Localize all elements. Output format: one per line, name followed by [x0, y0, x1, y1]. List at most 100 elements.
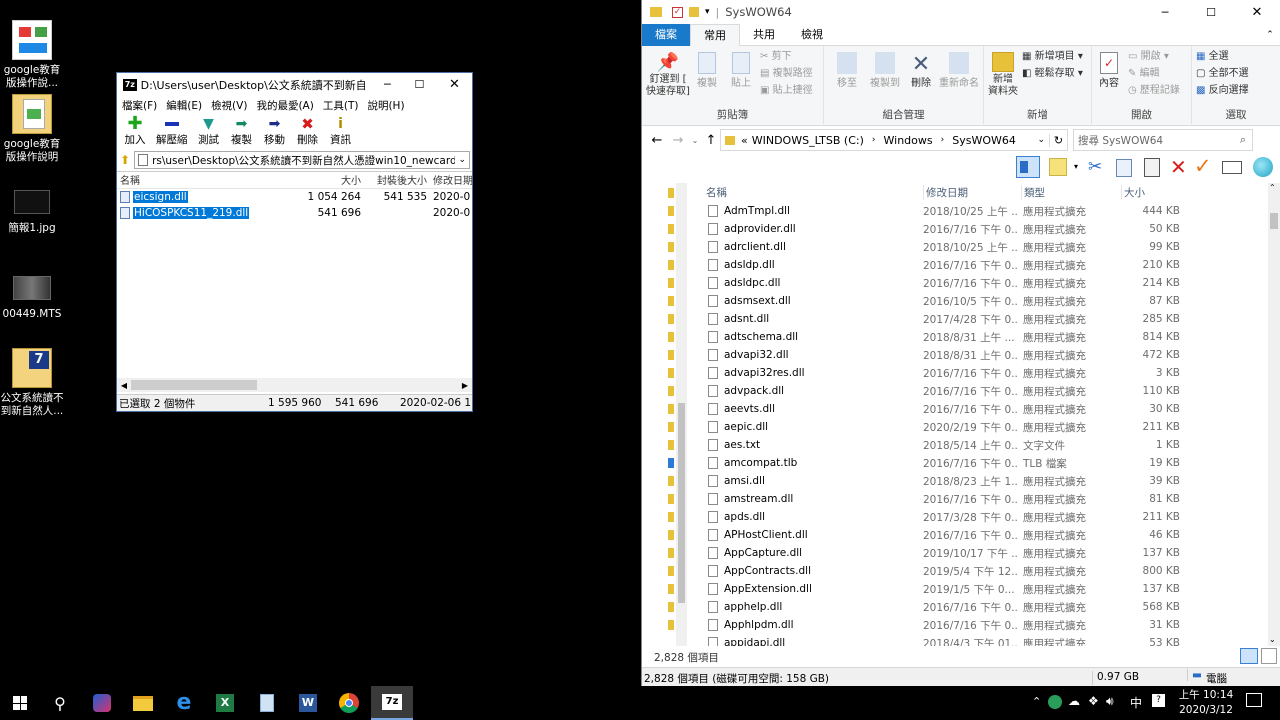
menu-file[interactable]: 檔案(F)	[122, 98, 157, 113]
folder-icon[interactable]	[668, 332, 674, 342]
maximize-icon[interactable]: ☐	[1188, 6, 1234, 19]
list-item[interactable]: APHostClient.dll 2016/7/16 下午 0... 應用程式擴充 4…	[688, 526, 1278, 544]
list-item[interactable]: adsldpc.dll 2016/7/16 下午 0... 應用程式擴充 214 KB	[688, 274, 1278, 292]
taskbar-file-explorer[interactable]	[124, 686, 162, 720]
list-item[interactable]: AppCapture.dll 2019/10/17 下午 ... 應用程式擴充 137…	[688, 544, 1278, 562]
invert-selection-button[interactable]: ▩ 反向選擇	[1196, 85, 1249, 97]
ribbon-collapse-icon[interactable]: ⌃	[1260, 24, 1280, 45]
horizontal-scrollbar[interactable]: ◀ ▶	[117, 378, 472, 392]
history-button[interactable]: ◷ 歷程記錄	[1128, 85, 1180, 97]
dropbox-icon[interactable]: ❖	[1088, 694, 1099, 708]
pin-quick-access-button[interactable]: 📌 釘選到 [ 快速存取]	[646, 52, 690, 98]
table-row[interactable]: eicsign.dll 1 054 264 541 535 2020-0	[117, 189, 472, 205]
ime-mode[interactable]: 中	[1130, 694, 1142, 711]
select-all-button[interactable]: ▦ 全選	[1196, 51, 1229, 63]
list-item[interactable]: AppContracts.dll 2019/5/4 下午 12... 應用程式擴充 8…	[688, 562, 1278, 580]
taskbar-excel[interactable]: X	[206, 686, 244, 720]
folder-icon[interactable]	[668, 278, 674, 288]
scroll-left-icon[interactable]: ◀	[117, 381, 131, 390]
add-button[interactable]: ✚ 加入	[123, 115, 147, 149]
desktop-icon-jpg[interactable]: 簡報1.jpg	[0, 190, 64, 235]
folder-icon[interactable]	[668, 476, 674, 486]
nav-scrollbar[interactable]	[676, 183, 687, 646]
menu-tools[interactable]: 工具(T)	[323, 98, 359, 113]
up-arrow-icon[interactable]: ↑	[702, 133, 720, 148]
properties-check-icon[interactable]: ✓	[672, 6, 683, 18]
globe-toolbar-icon[interactable]	[1253, 157, 1273, 177]
cut-toolbar-icon[interactable]: ✂	[1088, 157, 1102, 177]
tab-share[interactable]: 共用	[740, 24, 788, 46]
col-date[interactable]: 修改日期	[923, 185, 968, 200]
test-button[interactable]: ▼ 測試	[197, 115, 221, 149]
address-bar[interactable]: « WINDOWS_LTSB (C:) › Windows › SysWOW64…	[720, 129, 1068, 151]
large-icons-view-icon[interactable]	[1261, 648, 1277, 664]
menu-edit[interactable]: 編輯(E)	[166, 98, 202, 113]
list-item[interactable]: amsi.dll 2018/8/23 上午 1... 應用程式擴充 39 KB	[688, 472, 1278, 490]
move-button[interactable]: ➡ 移動	[263, 115, 287, 149]
chevron-down-icon[interactable]: ⌄	[455, 155, 469, 165]
copy-button[interactable]: ➡ 複製	[230, 115, 254, 149]
scroll-right-icon[interactable]: ▶	[458, 381, 472, 390]
list-item[interactable]: amcompat.tlb 2016/7/16 下午 0... TLB 檔案 19 KB	[688, 454, 1278, 472]
scroll-thumb[interactable]	[131, 380, 257, 390]
menu-help[interactable]: 說明(H)	[367, 98, 404, 113]
volume-icon[interactable]: 🔊︎	[1106, 694, 1114, 709]
search-button[interactable]: ⚲	[41, 686, 79, 720]
col-date[interactable]: 修改日期	[430, 172, 472, 188]
folder-icon[interactable]	[668, 494, 674, 504]
col-type[interactable]: 類型	[1021, 185, 1045, 200]
maximize-icon[interactable]: ☐	[402, 78, 437, 91]
col-size[interactable]: 大小	[1121, 185, 1145, 200]
breadcrumb-syswow64[interactable]: SysWOW64	[952, 134, 1016, 147]
qa-dropdown-icon[interactable]: ▾	[705, 7, 710, 17]
minimize-icon[interactable]: ─	[373, 78, 402, 91]
list-item[interactable]: apphelp.dll 2016/7/16 下午 0... 應用程式擴充 568 KB	[688, 598, 1278, 616]
forward-arrow-icon[interactable]: →	[668, 133, 688, 148]
notification-icon[interactable]	[1246, 693, 1262, 707]
folder-icon[interactable]	[668, 206, 674, 216]
folder-icon[interactable]	[668, 314, 674, 324]
list-item[interactable]: adsnt.dll 2017/4/28 下午 0... 應用程式擴充 285 KB	[688, 310, 1278, 328]
address-dropdown-icon[interactable]: ⌄	[1033, 135, 1049, 145]
list-item[interactable]: AppExtension.dll 2019/1/5 下午 0... 應用程式擴充 13…	[688, 580, 1278, 598]
desktop-icon-google-doc-1[interactable]: google教育 版操作說...	[0, 20, 64, 90]
new-folder-qa-icon[interactable]	[689, 7, 699, 17]
col-size[interactable]: 大小	[257, 172, 364, 188]
start-button[interactable]	[1, 686, 39, 720]
delete-toolbar-icon[interactable]: ✕	[1170, 155, 1187, 179]
preview-pane-icon[interactable]	[1016, 156, 1040, 178]
info-button[interactable]: i 資訊	[329, 115, 353, 149]
rename-button[interactable]: 重新命名	[936, 52, 982, 90]
list-item[interactable]: adtschema.dll 2018/8/31 上午 ... 應用程式擴充 814 K…	[688, 328, 1278, 346]
list-item[interactable]: Apphlpdm.dll 2016/7/16 下午 0... 應用程式擴充 31 KB	[688, 616, 1278, 634]
onedrive-icon[interactable]	[668, 458, 674, 468]
list-item[interactable]: adsmsext.dll 2016/10/5 下午 0... 應用程式擴充 87 KB	[688, 292, 1278, 310]
desktop-icon-google-doc-2[interactable]: google教育 版操作說明	[0, 94, 64, 164]
new-folder-button[interactable]: 新增 資料夾	[986, 52, 1020, 98]
delete-button[interactable]: ✖ 刪除	[296, 115, 320, 149]
list-item[interactable]: advapi32res.dll 2016/7/16 下午 0... 應用程式擴充 3 …	[688, 364, 1278, 382]
list-item[interactable]: amstream.dll 2016/7/16 下午 0... 應用程式擴充 81 KB	[688, 490, 1278, 508]
open-button[interactable]: ▭ 開啟 ▾	[1128, 51, 1169, 63]
list-item[interactable]: apds.dll 2017/3/28 下午 0... 應用程式擴充 211 KB	[688, 508, 1278, 526]
copy-path-button[interactable]: ▤ 複製路徑	[760, 68, 813, 80]
folder-icon[interactable]	[668, 188, 674, 198]
breadcrumb-drive[interactable]: WINDOWS_LTSB (C:)	[752, 134, 864, 147]
breadcrumb-windows[interactable]: Windows	[884, 134, 933, 147]
folder-icon[interactable]	[668, 368, 674, 378]
select-none-button[interactable]: ▢ 全部不選	[1196, 68, 1249, 80]
new-item-button[interactable]: ▦ 新增項目 ▾	[1022, 51, 1083, 63]
explorer-titlebar[interactable]: ✓ ▾ | SysWOW64 ─ ☐ ✕	[642, 0, 1280, 24]
folder-icon[interactable]	[668, 350, 674, 360]
scroll-up-icon[interactable]: ⌃	[1269, 183, 1276, 192]
list-item[interactable]: aepic.dll 2020/2/19 下午 0... 應用程式擴充 211 KB	[688, 418, 1278, 436]
taskbar-notepad[interactable]	[248, 686, 286, 720]
paste-shortcut-button[interactable]: ▣ 貼上捷徑	[760, 85, 813, 97]
properties-button[interactable]: ✓ 內容	[1094, 52, 1124, 90]
desktop-icon-mts[interactable]: 00449.MTS	[0, 276, 64, 321]
taskbar-7zip[interactable]: 7z	[371, 686, 413, 720]
note-dropdown-icon[interactable]: ▾	[1074, 162, 1078, 171]
tray-app-icon[interactable]	[1048, 695, 1062, 709]
tray-chevron-icon[interactable]: ⌃	[1032, 695, 1041, 708]
search-box[interactable]: 搜尋 SysWOW64 ⌕	[1073, 129, 1253, 151]
